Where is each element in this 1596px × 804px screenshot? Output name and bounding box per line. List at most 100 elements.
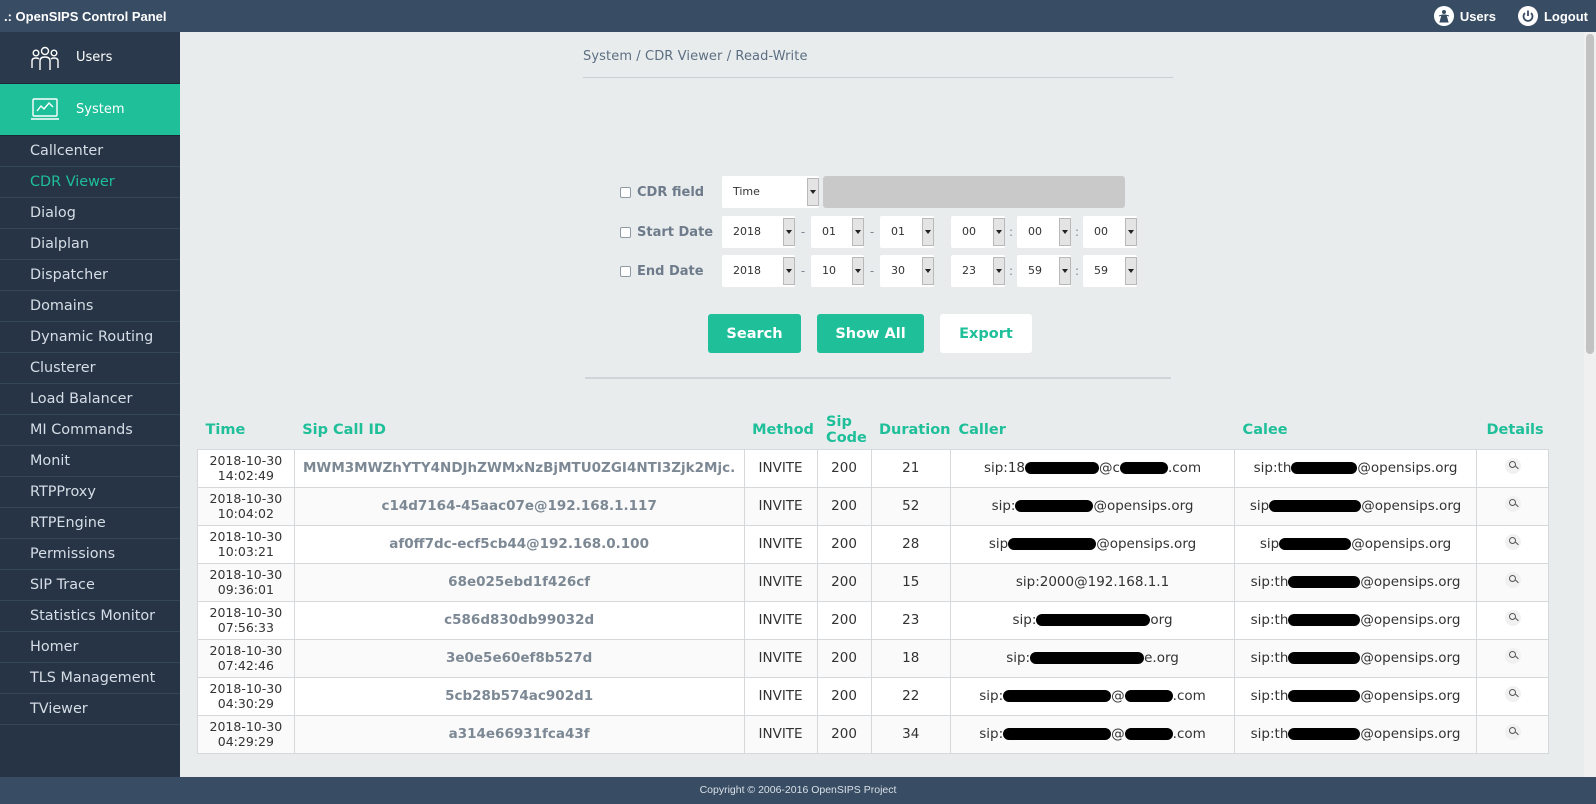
search-button[interactable]: Search: [708, 314, 801, 353]
cell-call-id: 68e025ebd1f426cf: [293, 562, 745, 602]
redaction-mark: [1288, 652, 1361, 664]
cell-details[interactable]: [1476, 448, 1549, 488]
cell-method: INVITE: [743, 638, 818, 678]
sidebar-item-rtpproxy[interactable]: RTPProxy: [0, 477, 180, 508]
col-time[interactable]: Time: [198, 411, 295, 449]
cell-sip-code: 200: [816, 524, 872, 564]
method-text: INVITE: [758, 726, 803, 742]
caller-suffix: @opensips.org: [1093, 498, 1194, 514]
cdr-field-checkbox-label[interactable]: CDR field: [620, 185, 722, 200]
scrollbar-thumb[interactable]: [1586, 34, 1594, 354]
table-row[interactable]: 2018-10-30 04:30:29 5cb28b574ac902d1 INVITE…: [197, 676, 1549, 716]
end-date-checkbox-label[interactable]: End Date: [620, 264, 722, 279]
magnifier-icon[interactable]: [1504, 534, 1521, 550]
magnifier-icon[interactable]: [1504, 686, 1521, 702]
magnifier-icon[interactable]: [1504, 724, 1521, 740]
cdr-field-select[interactable]: Time: [722, 176, 819, 208]
time-separator: :: [1074, 225, 1080, 239]
col-caller[interactable]: Caller: [951, 411, 1235, 449]
sidebar-item-tviewer[interactable]: TViewer: [0, 694, 180, 725]
sidebar-item-dialplan[interactable]: Dialplan: [0, 229, 180, 260]
col-callee[interactable]: Calee: [1235, 411, 1477, 449]
redaction-mark: [1288, 576, 1361, 588]
col-details[interactable]: Details: [1477, 411, 1549, 449]
sidebar-item-sip-trace[interactable]: SIP Trace: [0, 570, 180, 601]
table-row[interactable]: 2018-10-30 07:56:33 c586d830db99032d INVITE…: [197, 600, 1549, 640]
page-scrollbar[interactable]: [1584, 32, 1596, 777]
caller-prefix: sip:: [979, 726, 1004, 742]
cell-details[interactable]: [1476, 486, 1549, 526]
start-year-select[interactable]: 2018: [722, 216, 795, 248]
sidebar-system[interactable]: System: [0, 84, 180, 136]
redaction-mark: [1288, 728, 1361, 740]
cell-callee: sip:th @opensips.org: [1234, 600, 1477, 640]
table-row[interactable]: 2018-10-30 14:02:49 MWM3MWZhYTY4NDJhZWMxNz…: [197, 448, 1549, 488]
sidebar-item-domains[interactable]: Domains: [0, 291, 180, 322]
sidebar-item-tls-management[interactable]: TLS Management: [0, 663, 180, 694]
cell-details[interactable]: [1476, 562, 1549, 602]
magnifier-icon[interactable]: [1504, 572, 1521, 588]
end-minute-select[interactable]: 59: [1017, 255, 1071, 287]
end-date-checkbox[interactable]: [620, 265, 631, 277]
sidebar-item-monit[interactable]: Monit: [0, 446, 180, 477]
cell-details[interactable]: [1476, 600, 1549, 640]
table-row[interactable]: 2018-10-30 09:36:01 68e025ebd1f426cf INVITE…: [197, 562, 1549, 602]
col-sip-code[interactable]: Sip Code: [817, 411, 871, 449]
start-date-checkbox-label[interactable]: Start Date: [620, 225, 722, 240]
cell-caller: sip:18 @c .com: [949, 448, 1236, 488]
sidebar-item-dialog[interactable]: Dialog: [0, 198, 180, 229]
sidebar-item-permissions[interactable]: Permissions: [0, 539, 180, 570]
sidebar-item-mi-commands[interactable]: MI Commands: [0, 415, 180, 446]
col-method[interactable]: Method: [744, 411, 817, 449]
col-call-id[interactable]: Sip Call ID: [294, 411, 744, 449]
sidebar-item-dispatcher[interactable]: Dispatcher: [0, 260, 180, 291]
sidebar-item-callcenter[interactable]: Callcenter: [0, 136, 180, 167]
start-minute-select[interactable]: 00: [1017, 216, 1071, 248]
end-year-select[interactable]: 2018: [722, 255, 795, 287]
magnifier-icon[interactable]: [1504, 458, 1521, 474]
sidebar-item-dynamic-routing[interactable]: Dynamic Routing: [0, 322, 180, 353]
sidebar-item-rtpengine[interactable]: RTPEngine: [0, 508, 180, 539]
caller-prefix: sip:: [1012, 612, 1037, 628]
cell-method: INVITE: [743, 562, 818, 602]
sidebar-item-statistics-monitor[interactable]: Statistics Monitor: [0, 601, 180, 632]
magnifier-icon[interactable]: [1504, 648, 1521, 664]
cell-details[interactable]: [1476, 638, 1549, 678]
magnifier-icon[interactable]: [1504, 610, 1521, 626]
sidebar-item-load-balancer[interactable]: Load Balancer: [0, 384, 180, 415]
sip-code-text: 200: [831, 460, 857, 476]
top-users-link[interactable]: Users: [1433, 6, 1496, 26]
magnifier-icon[interactable]: [1504, 496, 1521, 512]
sidebar-item-homer[interactable]: Homer: [0, 632, 180, 663]
logout-link[interactable]: Logout: [1517, 6, 1588, 26]
start-date-checkbox[interactable]: [620, 226, 631, 238]
top-actions: Users Logout: [1433, 6, 1588, 26]
cdr-field-input[interactable]: [823, 176, 1125, 208]
end-day-select[interactable]: 30: [880, 255, 934, 287]
caller-prefix: sip: [988, 536, 1009, 552]
sidebar-item-clusterer[interactable]: Clusterer: [0, 353, 180, 384]
table-row[interactable]: 2018-10-30 04:29:29 a314e66931fca43f INVITE…: [197, 714, 1549, 754]
end-month-select[interactable]: 10: [811, 255, 864, 287]
start-day-select[interactable]: 01: [880, 216, 934, 248]
cdr-field-checkbox[interactable]: [620, 186, 631, 198]
cell-details[interactable]: [1476, 676, 1549, 716]
end-hour-select[interactable]: 23: [951, 255, 1005, 287]
start-month-select[interactable]: 01: [811, 216, 864, 248]
sidebar-users[interactable]: Users: [0, 32, 180, 84]
cell-details[interactable]: [1476, 714, 1549, 754]
sidebar-item-cdr-viewer[interactable]: CDR Viewer: [0, 167, 180, 198]
export-button[interactable]: Export: [940, 314, 1032, 353]
table-row[interactable]: 2018-10-30 07:42:46 3e0e5e60ef8b527d INVITE…: [197, 638, 1549, 678]
filter-divider: [585, 377, 1171, 379]
end-second-select[interactable]: 59: [1083, 255, 1137, 287]
show-all-button[interactable]: Show All: [817, 314, 924, 353]
table-row[interactable]: 2018-10-30 10:04:02 c14d7164-45aac07e@192.…: [197, 486, 1549, 526]
table-row[interactable]: 2018-10-30 10:03:21 af0ff7dc-ecf5cb44@192.…: [197, 524, 1549, 564]
cell-details[interactable]: [1476, 524, 1549, 564]
chevron-down-icon: [852, 257, 864, 285]
start-second-select[interactable]: 00: [1083, 216, 1137, 248]
main-content: System / CDR Viewer / Read-Write CDR fie…: [180, 32, 1580, 777]
col-duration[interactable]: Duration: [871, 411, 950, 449]
start-hour-select[interactable]: 00: [951, 216, 1005, 248]
